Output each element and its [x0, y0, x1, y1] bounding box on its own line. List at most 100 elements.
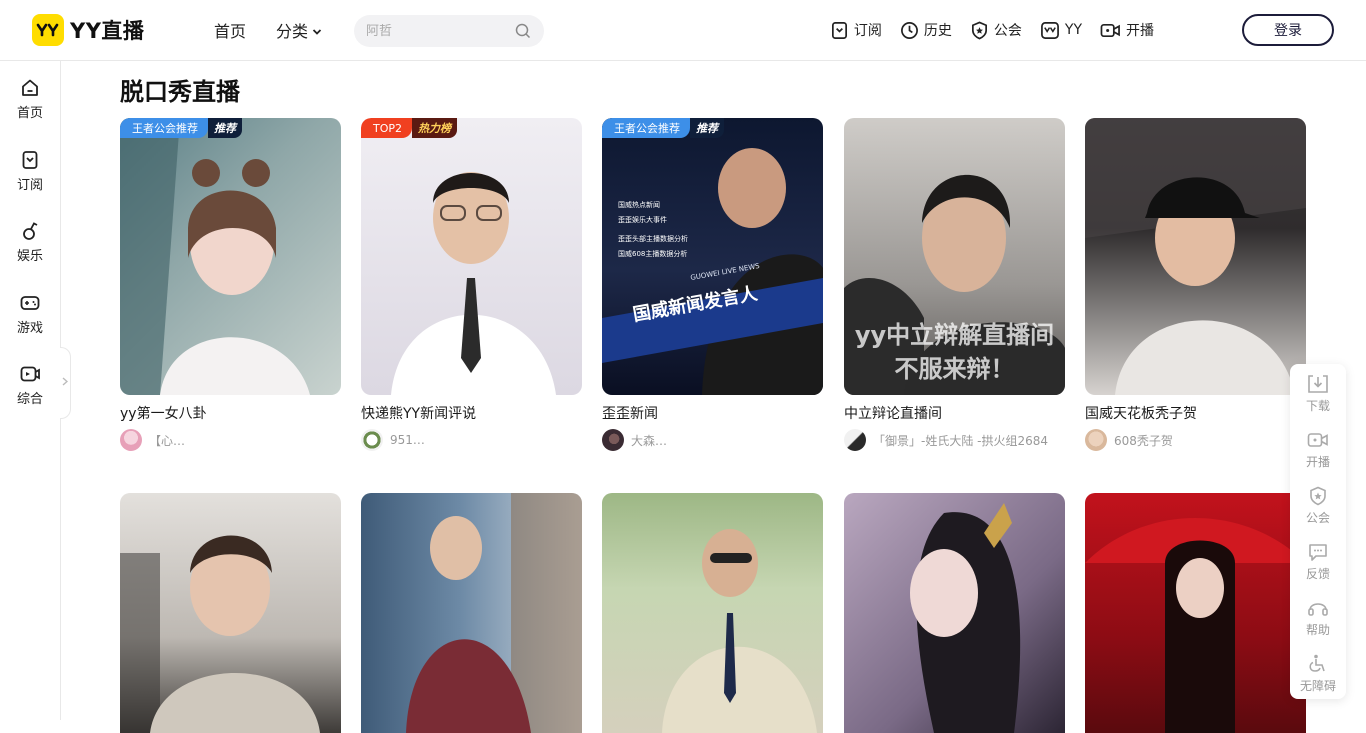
search-icon[interactable]	[514, 22, 532, 40]
stream-card[interactable]	[1085, 493, 1306, 733]
stream-card[interactable]	[361, 493, 582, 733]
top-actions: 订阅 历史 公会 YY 开播	[812, 0, 1154, 60]
stream-card[interactable]: 王者公会推荐 推荐 国威热点新闻 歪歪娱乐大事件 歪歪头部主播数据分析 国威60…	[602, 118, 823, 451]
nav-category[interactable]: 分类	[276, 0, 322, 60]
float-download[interactable]: 下载	[1290, 374, 1346, 414]
stream-thumbnail[interactable]: 王者公会推荐 推荐 国威热点新闻 歪歪娱乐大事件 歪歪头部主播数据分析 国威60…	[602, 118, 823, 395]
top-action-history[interactable]: 历史	[900, 20, 952, 40]
shield-star-icon	[1310, 486, 1326, 506]
stream-title[interactable]: yy第一女八卦	[120, 403, 341, 423]
stream-thumbnail[interactable]	[120, 493, 341, 733]
chevron-down-icon	[312, 21, 322, 40]
section-title: 脱口秀直播	[120, 78, 240, 106]
search-input[interactable]	[366, 23, 514, 39]
video-camera-icon	[1100, 23, 1120, 37]
float-item-label: 帮助	[1305, 623, 1330, 637]
stream-card[interactable]	[844, 493, 1065, 733]
stream-thumbnail[interactable]	[1085, 118, 1306, 395]
yy-logo-badge	[32, 14, 64, 46]
float-item-label: 公会	[1305, 511, 1330, 525]
login-button[interactable]: 登录	[1242, 14, 1334, 46]
accessibility-icon	[1309, 654, 1325, 672]
stream-title[interactable]: 歪歪新闻	[602, 403, 823, 423]
gamepad-icon	[20, 296, 40, 310]
streamer-photo	[1085, 518, 1306, 733]
sidebar-item-games[interactable]: 游戏	[0, 293, 60, 336]
left-sidebar: 首页 订阅 娱乐 游戏 综合	[0, 61, 61, 720]
overlay-line: 不服来辩！	[894, 355, 1015, 383]
sidebar-item-label: 综合	[16, 392, 43, 407]
anchor-info: 608秃子贺	[1085, 429, 1306, 451]
float-go-live[interactable]: 开播	[1290, 430, 1346, 470]
float-help[interactable]: 帮助	[1290, 598, 1346, 638]
float-item-label: 无障碍	[1299, 679, 1336, 693]
streamer-photo	[406, 493, 582, 733]
float-guild[interactable]: 公会	[1290, 486, 1346, 526]
stream-thumbnail[interactable]: yy中立辩解直播间 不服来辩！	[844, 118, 1065, 395]
stream-card[interactable]	[120, 493, 341, 733]
tag-secondary: 热力榜	[412, 118, 458, 138]
stream-card[interactable]: 国威天花板秃子贺 608秃子贺	[1085, 118, 1306, 451]
overlay-line: 歪歪娱乐大事件	[618, 216, 667, 224]
float-accessibility[interactable]: 无障碍	[1290, 654, 1346, 694]
top-action-label: 开播	[1126, 23, 1154, 39]
top-action-label: 历史	[923, 23, 952, 39]
stream-thumbnail[interactable]	[844, 493, 1065, 733]
top-action-guild[interactable]: 公会	[970, 20, 1022, 40]
stream-thumbnail[interactable]	[602, 493, 823, 733]
streamer-photo	[120, 118, 310, 395]
float-item-label: 反馈	[1305, 567, 1330, 581]
nav-home[interactable]: 首页	[214, 0, 246, 60]
sidebar-item-label: 游戏	[16, 321, 43, 336]
sidebar-item-entertainment[interactable]: 娱乐	[0, 221, 60, 264]
sidebar-expand-handle[interactable]	[60, 347, 71, 419]
avatar	[120, 429, 142, 451]
stream-thumbnail[interactable]: 王者公会推荐 推荐	[120, 118, 341, 395]
recommend-tag: 王者公会推荐 推荐	[120, 118, 242, 138]
avatar	[844, 429, 866, 451]
top-action-subscribe[interactable]: 订阅	[830, 20, 882, 40]
streamer-photo	[910, 503, 1021, 733]
overlay-line: 国威热点新闻	[618, 201, 660, 209]
anchor-name: 大森…	[631, 433, 668, 448]
float-item-label: 下载	[1305, 399, 1330, 413]
stream-thumbnail[interactable]	[361, 493, 582, 733]
stream-card[interactable]: TOP2 热力榜 快递熊YY新闻评说 951…	[361, 118, 582, 451]
avatar	[602, 429, 624, 451]
nav-category-label: 分类	[276, 22, 309, 41]
sidebar-item-general[interactable]: 综合	[0, 364, 60, 407]
anchor-info: 大森…	[602, 429, 823, 451]
stream-card[interactable]: 王者公会推荐 推荐 yy第一女八卦 【心…	[120, 118, 341, 451]
video-camera-icon	[1307, 433, 1328, 447]
music-note-icon	[23, 222, 38, 240]
top-action-label: 公会	[993, 23, 1022, 39]
overlay-line: yy中立辩解直播间	[854, 321, 1055, 349]
yy-logo[interactable]: YY直播	[32, 14, 144, 46]
sidebar-item-subscribe[interactable]: 订阅	[0, 150, 60, 193]
anchor-info: 951…	[361, 429, 582, 451]
stream-card[interactable]: yy中立辩解直播间 不服来辩！ 中立辩论直播间 「御景」-姓氏大陆 -拱火组26…	[844, 118, 1065, 451]
tag-primary: 王者公会推荐	[602, 118, 690, 138]
tag-secondary: 推荐	[690, 118, 724, 138]
brand-name: YY直播	[70, 19, 145, 43]
download-icon	[1308, 375, 1328, 393]
avatar	[361, 429, 383, 451]
float-feedback[interactable]: 反馈	[1290, 542, 1346, 582]
top-action-go-live[interactable]: 开播	[1100, 20, 1154, 40]
top-header: YY直播 首页 分类 订阅 历史 公会 YY 开	[0, 0, 1366, 61]
sidebar-item-home[interactable]: 首页	[0, 78, 60, 121]
stream-title[interactable]: 快递熊YY新闻评说	[361, 403, 582, 423]
stream-card[interactable]	[602, 493, 823, 733]
stream-thumbnail[interactable]: TOP2 热力榜	[361, 118, 582, 395]
nav-home-label: 首页	[214, 22, 247, 41]
streamer-photo	[120, 535, 320, 733]
stream-title[interactable]: 中立辩论直播间	[844, 403, 1065, 423]
top-action-yy[interactable]: YY	[1040, 21, 1082, 40]
stream-thumbnail[interactable]	[1085, 493, 1306, 733]
thumbnail-overlay-text: 国威热点新闻 歪歪娱乐大事件 歪歪头部主播数据分析 国威608主播数据分析	[618, 198, 688, 262]
stream-title[interactable]: 国威天花板秃子贺	[1085, 403, 1306, 423]
tag-secondary: 推荐	[208, 118, 242, 138]
tag-primary: TOP2	[361, 118, 413, 138]
floating-toolbar: 下载 开播 公会 反馈 帮助 无障碍	[1290, 364, 1346, 699]
home-icon	[22, 79, 38, 96]
